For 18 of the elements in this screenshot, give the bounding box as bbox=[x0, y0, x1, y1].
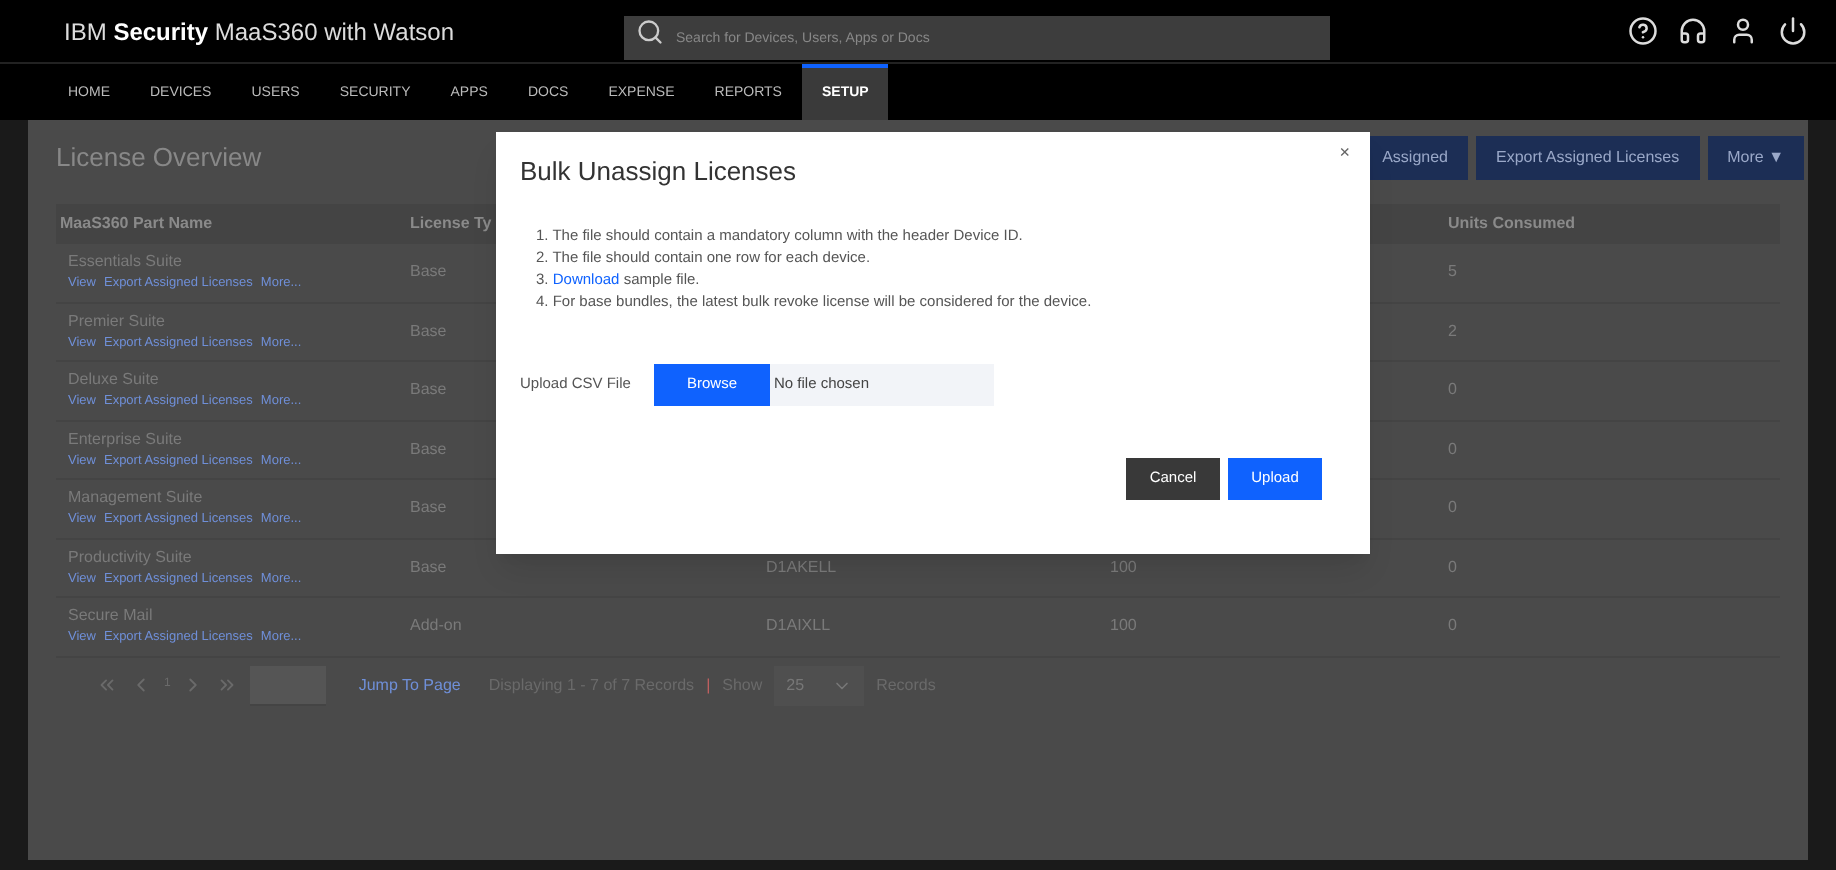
action-button[interactable]: More ▼ bbox=[1707, 136, 1804, 180]
last-page-icon[interactable] bbox=[216, 674, 239, 696]
page-title: License Overview bbox=[56, 140, 262, 177]
dialog-title: Bulk Unassign Licenses bbox=[520, 154, 799, 190]
help-icon[interactable] bbox=[1628, 16, 1658, 46]
close-button[interactable]: × bbox=[1339, 140, 1350, 167]
column-header: Units Consumed bbox=[1448, 214, 1576, 232]
separator-text: | bbox=[706, 673, 711, 697]
power-icon[interactable] bbox=[1778, 16, 1808, 46]
jump-to-page-link[interactable]: Jump To Page bbox=[358, 673, 461, 697]
column-header: License Ty bbox=[410, 214, 492, 232]
first-page-icon[interactable] bbox=[96, 674, 118, 696]
column-header: MaaS360 Part Name bbox=[60, 214, 213, 232]
action-button[interactable]: Export Assigned Licenses bbox=[1476, 136, 1700, 180]
brand-title: IBM Security MaaS360 with Watson bbox=[64, 15, 457, 49]
user-icon[interactable] bbox=[1728, 16, 1758, 46]
headset-icon[interactable] bbox=[1678, 16, 1708, 46]
search-icon bbox=[636, 17, 664, 45]
